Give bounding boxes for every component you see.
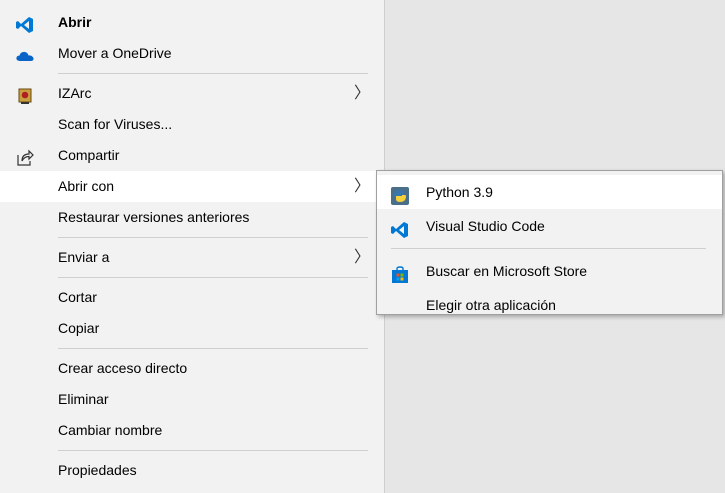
menu-item-cortar[interactable]: Cortar	[0, 282, 384, 313]
share-icon	[16, 147, 34, 166]
chevron-right-icon: 〉	[353, 249, 370, 266]
menu-separator	[58, 450, 368, 451]
menu-item-label: Copiar	[58, 320, 100, 336]
submenu-item-vscode[interactable]: Visual Studio Code	[377, 209, 722, 243]
submenu-item-label: Visual Studio Code	[426, 218, 545, 234]
vscode-icon	[391, 217, 409, 238]
open-with-submenu: Python 3.9 Visual Studio Code Buscar en …	[376, 170, 723, 315]
menu-item-copiar[interactable]: Copiar	[0, 313, 384, 344]
menu-item-label: Eliminar	[58, 391, 109, 407]
menu-item-label: IZArc	[58, 85, 92, 101]
menu-item-restaurar-versiones[interactable]: Restaurar versiones anteriores	[0, 202, 384, 233]
chevron-right-icon: 〉	[353, 178, 370, 195]
submenu-item-label: Python 3.9	[426, 184, 493, 200]
menu-item-label: Mover a OneDrive	[58, 45, 172, 61]
submenu-item-python[interactable]: Python 3.9	[377, 175, 722, 209]
menu-item-mover-onedrive[interactable]: Mover a OneDrive	[0, 38, 384, 69]
submenu-item-elegir-otra[interactable]: Elegir otra aplicación	[377, 288, 722, 322]
onedrive-cloud-icon	[16, 45, 34, 63]
microsoft-store-icon	[391, 262, 409, 283]
menu-separator	[58, 277, 368, 278]
izarc-icon	[16, 85, 34, 104]
menu-item-abrir[interactable]: Abrir	[0, 7, 384, 38]
menu-item-izarc[interactable]: IZArc 〉	[0, 78, 384, 109]
menu-item-label: Propiedades	[58, 462, 137, 478]
python-icon	[391, 183, 409, 205]
menu-item-abrir-con[interactable]: Abrir con 〉	[0, 171, 384, 202]
menu-item-label: Abrir	[58, 14, 92, 30]
menu-item-crear-acceso-directo[interactable]: Crear acceso directo	[0, 353, 384, 384]
menu-item-cambiar-nombre[interactable]: Cambiar nombre	[0, 415, 384, 446]
menu-item-label: Cortar	[58, 289, 97, 305]
menu-item-eliminar[interactable]: Eliminar	[0, 384, 384, 415]
chevron-right-icon: 〉	[353, 85, 370, 102]
context-menu: Abrir Mover a OneDrive IZArc 〉 Scan for …	[0, 0, 385, 493]
menu-separator	[58, 73, 368, 74]
menu-separator	[58, 237, 368, 238]
submenu-item-microsoft-store[interactable]: Buscar en Microsoft Store	[377, 254, 722, 288]
menu-item-compartir[interactable]: Compartir	[0, 140, 384, 171]
menu-item-label: Crear acceso directo	[58, 360, 188, 376]
menu-item-label: Abrir con	[58, 178, 115, 194]
menu-separator	[58, 348, 368, 349]
menu-item-label: Enviar a	[58, 249, 110, 265]
submenu-item-label: Buscar en Microsoft Store	[426, 263, 588, 279]
menu-item-label: Compartir	[58, 147, 120, 163]
submenu-item-label: Elegir otra aplicación	[426, 297, 556, 313]
menu-item-propiedades[interactable]: Propiedades	[0, 455, 384, 486]
menu-item-label: Scan for Viruses...	[58, 116, 173, 132]
vscode-icon	[16, 14, 34, 33]
menu-separator	[391, 248, 706, 249]
menu-item-scan-viruses[interactable]: Scan for Viruses...	[0, 109, 384, 140]
menu-item-label: Cambiar nombre	[58, 422, 163, 438]
menu-item-label: Restaurar versiones anteriores	[58, 209, 250, 225]
menu-item-enviar-a[interactable]: Enviar a 〉	[0, 242, 384, 273]
